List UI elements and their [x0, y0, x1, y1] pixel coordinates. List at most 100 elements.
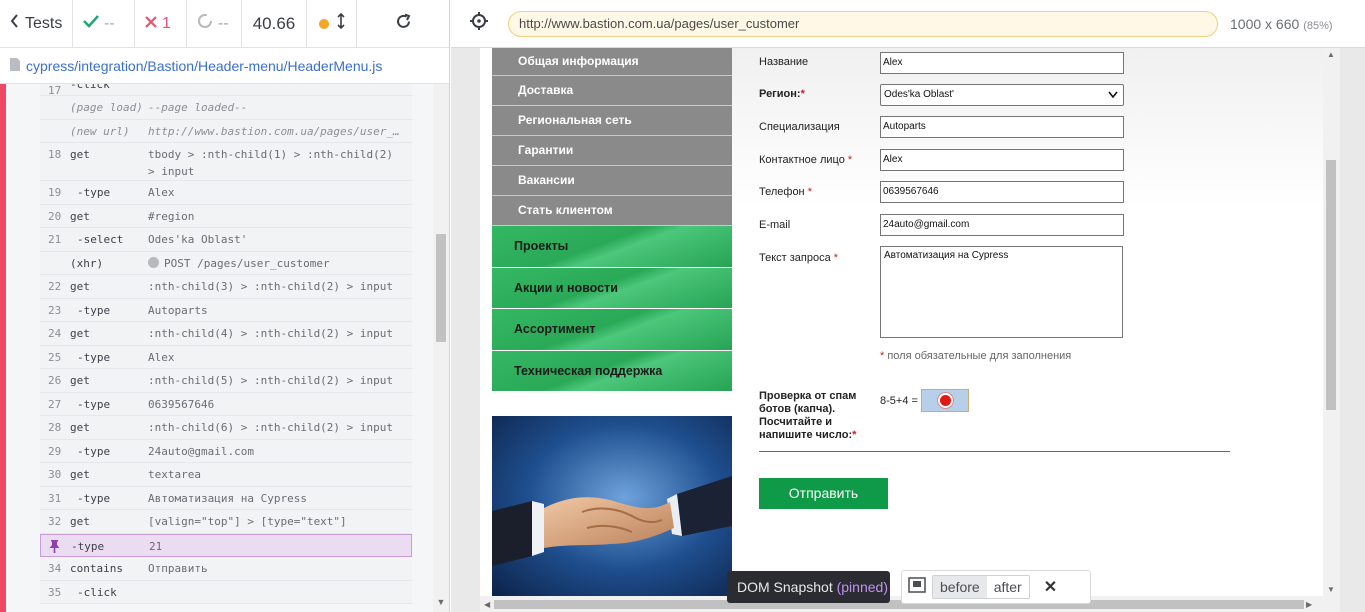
viewport-info: 1000 x 660 (85%)	[1230, 16, 1333, 32]
url-display[interactable]: http://www.bastion.com.ua/pages/user_cus…	[508, 10, 1218, 37]
command-row[interactable]: 31 -type Автоматизация на Cypress	[40, 486, 412, 510]
sidebar-green-item[interactable]: Проекты	[492, 226, 732, 268]
command-message: Alex	[148, 186, 175, 199]
scroll-arrows-icon	[336, 12, 345, 34]
required-star: *	[880, 350, 885, 362]
command-name: (xhr)	[70, 256, 104, 270]
scroll-left-arrow-icon[interactable]: ◀	[484, 600, 490, 609]
command-name: -click	[77, 585, 117, 599]
sidebar-gray-item[interactable]: Гарантии	[492, 136, 732, 166]
specialization-input[interactable]: Autoparts	[880, 116, 1124, 138]
name-input[interactable]: Alex	[880, 52, 1124, 74]
aut-horizontal-scroll-thumb[interactable]	[494, 600, 1304, 609]
command-number: 34	[48, 562, 62, 575]
spec-path-link[interactable]: cypress/integration/Bastion/Header-menu/…	[26, 58, 382, 74]
sidebar-gray-item[interactable]: Вакансии	[492, 166, 732, 196]
request-textarea[interactable]: Автоматизация на Cypress	[880, 246, 1123, 338]
command-row[interactable]: 26 get:nth-child(5) > :nth-child(2) > inp…	[40, 369, 412, 393]
command-number: 17	[48, 84, 62, 96]
command-row[interactable]: 20 get #region	[40, 204, 412, 228]
command-name: get	[70, 148, 90, 161]
sidebar-gray-item[interactable]: Доставка	[492, 76, 732, 106]
before-button[interactable]: before	[933, 576, 987, 598]
scroll-down-arrow-icon[interactable]: ▼	[436, 597, 446, 607]
command-row[interactable]: (new url) http://www.bastion.com.ua/pages…	[40, 119, 412, 143]
command-message: :nth-child(5) > :nth-child(2) > input	[148, 374, 394, 387]
command-number: 35	[48, 585, 62, 599]
command-row[interactable]: 22 get:nth-child(3) > :nth-child(2) > inp…	[40, 275, 412, 299]
command-row[interactable]: 28 get:nth-child(6) > :nth-child(2) > inp…	[40, 416, 412, 440]
command-row[interactable]: 35 -click	[40, 580, 412, 604]
required-note: * поля обязательные для заполнения	[880, 350, 1071, 362]
command-row[interactable]: (page load) --page loaded--	[40, 96, 412, 120]
command-row[interactable]: 17 -click	[40, 84, 412, 96]
failed-count: 1	[135, 0, 187, 47]
after-button[interactable]: after	[987, 576, 1029, 598]
command-row[interactable]: 30 get textarea	[40, 463, 412, 487]
command-row[interactable]: 19 -type Alex	[40, 181, 412, 205]
command-row[interactable]: (xhr) POST /pages/user_customer	[40, 251, 412, 275]
submit-button[interactable]: Отправить	[759, 478, 888, 509]
command-row[interactable]: 27 -type 0639567646	[40, 392, 412, 416]
command-name: -type	[77, 186, 111, 199]
command-message: :nth-child(3) > :nth-child(2) > input	[148, 280, 394, 293]
aut-header: http://www.bastion.com.ua/pages/user_cus…	[451, 0, 1365, 48]
command-row[interactable]: 18 get tbody > :nth-child(1) > :nth-child(…	[40, 143, 412, 181]
command-name: get	[70, 421, 90, 434]
sidebar-gray-item[interactable]: Региональная сеть	[492, 106, 732, 136]
contact-input[interactable]: Alex	[880, 149, 1124, 171]
command-name: get	[70, 209, 90, 223]
sidebar-green-menu: Проекты Акции и новости Ассортимент Техниче…	[492, 226, 732, 392]
close-icon[interactable]: ✕	[1044, 577, 1057, 597]
command-row[interactable]: 23 -type Autoparts	[40, 298, 412, 322]
request-label: Текст запроса *	[759, 252, 838, 264]
command-row[interactable]: 29 -type 24auto@gmail.com	[40, 439, 412, 463]
highlight-toggle-icon[interactable]	[908, 576, 926, 598]
pin-icon	[41, 539, 71, 556]
scroll-down-arrow-icon[interactable]: ▼	[1327, 585, 1335, 594]
command-message: textarea	[148, 468, 201, 481]
command-row[interactable]: 32 get [valign="top"] > [type="text"]	[40, 510, 412, 534]
tests-label: Tests	[25, 14, 63, 32]
auto-scroll-toggle[interactable]	[307, 0, 357, 47]
command-row-pinned[interactable]: -type 21	[40, 533, 412, 557]
command-row[interactable]: 34 contains Отправить	[40, 557, 412, 581]
zoom-level: (85%)	[1303, 19, 1333, 32]
command-message: 0639567646	[148, 397, 215, 411]
pending-circle-icon	[197, 13, 213, 34]
email-input[interactable]: 24auto@gmail.com	[880, 214, 1124, 236]
command-message: 24auto@gmail.com	[148, 444, 254, 458]
rerun-button[interactable]	[357, 0, 449, 47]
sidebar-gray-item[interactable]: Стать клиентом	[492, 196, 732, 226]
command-row[interactable]: 25 -type Alex	[40, 345, 412, 369]
sidebar-green-item[interactable]: Техническая поддержка	[492, 350, 732, 392]
command-row[interactable]: 24 get:nth-child(4) > :nth-child(2) > inp…	[40, 322, 412, 346]
name-label: Название	[759, 56, 809, 68]
contact-label-text: Контактное лицо	[759, 154, 845, 166]
crosshair-icon	[470, 12, 488, 35]
xhr-message: POST /pages/user_customer	[164, 256, 330, 270]
command-log-scroll-thumb[interactable]	[436, 234, 446, 342]
selector-playground-button[interactable]	[451, 12, 507, 35]
scroll-up-arrow-icon[interactable]: ▲	[1327, 50, 1335, 59]
command-number: 22	[48, 280, 62, 293]
request-label-text: Текст запроса	[759, 252, 831, 264]
command-row[interactable]: 21 -select Odes'ka Oblast'	[40, 228, 412, 252]
handshake-image	[492, 416, 732, 596]
region-select[interactable]: Odes'ka Oblast'	[880, 84, 1124, 106]
command-name: get	[70, 468, 90, 481]
command-number: 20	[48, 209, 62, 223]
command-number: 30	[48, 468, 62, 481]
sidebar-green-item[interactable]: Ассортимент	[492, 309, 732, 351]
file-icon	[10, 57, 20, 74]
phone-input[interactable]: 0639567646	[880, 181, 1124, 203]
aut-vertical-scroll-thumb[interactable]	[1326, 160, 1336, 410]
command-log-scrollbar[interactable]	[433, 84, 449, 612]
email-label: E-mail	[759, 219, 791, 231]
command-message: Alex	[148, 350, 175, 364]
sidebar-green-item[interactable]: Акции и новости	[492, 267, 732, 309]
scroll-right-arrow-icon[interactable]: ▶	[1306, 600, 1312, 609]
tests-button[interactable]: Tests	[0, 0, 73, 47]
sidebar-gray-item[interactable]: Общая информация	[492, 48, 732, 76]
hit-point-marker	[940, 395, 951, 406]
